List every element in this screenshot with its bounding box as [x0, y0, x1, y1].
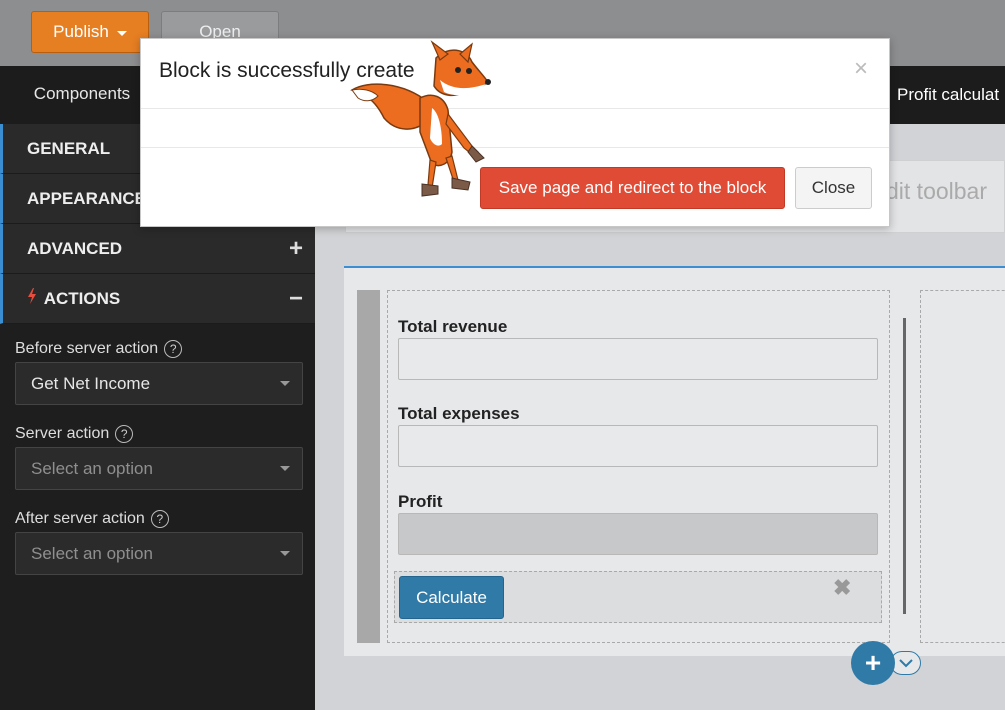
help-icon[interactable]: ? [164, 340, 183, 358]
tab-components[interactable]: Components [4, 66, 160, 124]
profit-label: Profit [398, 492, 443, 511]
before-server-action-select[interactable]: Get Net Income [15, 362, 303, 405]
section-advanced[interactable]: ADVANCED + [0, 224, 315, 274]
close-button[interactable]: Close [795, 167, 872, 209]
help-icon[interactable]: ? [150, 510, 169, 528]
profit-input[interactable] [398, 513, 878, 555]
section-general-label: GENERAL [27, 138, 111, 158]
lightning-bolt-icon [27, 288, 42, 308]
server-action-placeholder: Select an option [31, 458, 153, 478]
block-drag-handle[interactable] [357, 290, 380, 643]
dropdown-arrow-icon [280, 466, 290, 471]
edit-toolbar-text: dit toolbar [886, 178, 988, 204]
second-column [920, 290, 1005, 643]
before-server-action-value: Get Net Income [31, 373, 151, 393]
section-appearance-label: APPEARANCE [27, 188, 147, 208]
modal-divider [141, 108, 889, 109]
section-advanced-label: ADVANCED [27, 238, 123, 258]
fox-mascot [350, 40, 491, 197]
server-action-select[interactable]: Select an option [15, 447, 303, 490]
publish-button[interactable]: Publish [31, 11, 149, 53]
plus-icon: + [864, 647, 882, 678]
total-expenses-label: Total expenses [398, 404, 520, 423]
modal-divider [141, 147, 889, 148]
close-icon[interactable]: × [854, 55, 868, 83]
after-server-action-placeholder: Select an option [31, 543, 153, 563]
save-and-redirect-label: Save page and redirect to the block [498, 178, 767, 197]
save-and-redirect-button[interactable]: Save page and redirect to the block [480, 167, 785, 209]
total-revenue-label: Total revenue [398, 317, 508, 336]
tab-profit-calculator[interactable]: Profit calculat [888, 66, 1005, 124]
add-block-button[interactable]: + [851, 641, 895, 685]
dropdown-arrow-icon [280, 551, 290, 556]
help-icon[interactable]: ? [115, 425, 134, 443]
section-actions-label: ACTIONS [43, 289, 121, 308]
remove-element-icon[interactable]: ✖ [833, 575, 851, 601]
server-action-label: Server action [15, 425, 110, 442]
caret-down-icon [116, 30, 127, 36]
success-modal: Block is successfully create × Save page… [140, 38, 890, 227]
collapse-minus-icon[interactable]: − [289, 286, 303, 311]
dropdown-arrow-icon [280, 381, 290, 386]
total-revenue-input[interactable] [398, 338, 878, 380]
total-expenses-input[interactable] [398, 425, 878, 467]
before-server-action-label-row: Before server action ? [15, 338, 303, 360]
close-label: Close [811, 178, 856, 197]
after-server-action-select[interactable]: Select an option [15, 532, 303, 575]
actions-panel: Before server action ? Get Net Income Se… [0, 324, 315, 575]
before-server-action-label: Before server action [15, 340, 159, 357]
calculate-label: Calculate [416, 587, 487, 607]
calculate-button[interactable]: Calculate [399, 576, 504, 619]
expand-plus-icon[interactable]: + [289, 236, 303, 261]
after-server-action-label-row: After server action ? [15, 508, 303, 530]
after-server-action-label: After server action [15, 510, 145, 527]
section-actions[interactable]: ACTIONS − [0, 274, 315, 324]
server-action-label-row: Server action ? [15, 423, 303, 445]
column-resize-handle[interactable] [903, 318, 906, 614]
publish-label: Publish [53, 22, 109, 41]
section-actions-title: ACTIONS [27, 288, 120, 309]
